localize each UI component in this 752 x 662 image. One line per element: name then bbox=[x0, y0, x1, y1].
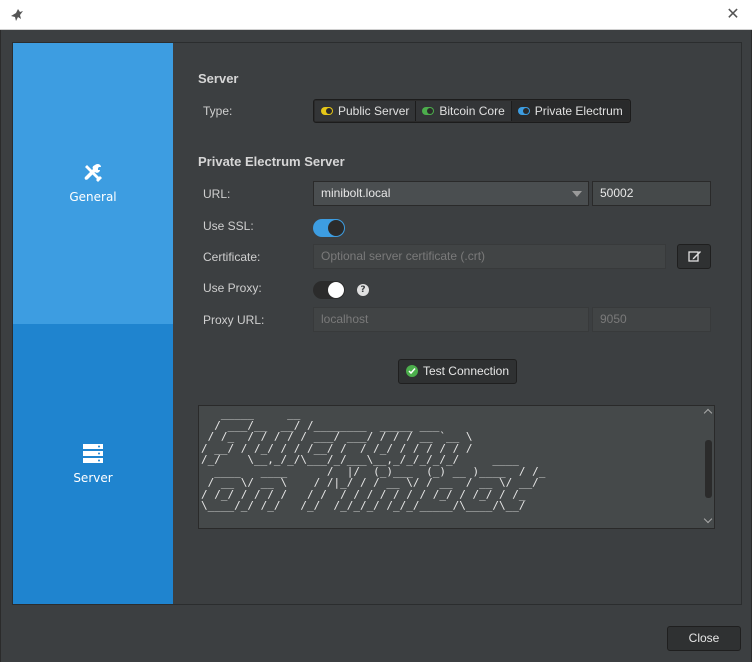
check-circle-icon bbox=[405, 365, 418, 377]
sidebar-item-label: Server bbox=[73, 471, 113, 485]
toggle-indicator-icon bbox=[517, 107, 530, 115]
server-section-title: Server bbox=[198, 71, 239, 86]
url-label: URL: bbox=[203, 187, 231, 201]
test-connection-label: Test Connection bbox=[422, 364, 510, 378]
url-value: minibolt.local bbox=[321, 186, 391, 200]
log-scrollbar[interactable] bbox=[702, 406, 714, 528]
type-option-label: Public Server bbox=[338, 104, 410, 118]
edit-icon bbox=[688, 251, 701, 262]
sidebar: General Server bbox=[13, 43, 173, 604]
type-label: Type: bbox=[203, 104, 233, 118]
scroll-thumb[interactable] bbox=[705, 440, 712, 498]
port-input[interactable]: 50002 bbox=[592, 181, 711, 206]
certificate-input[interactable]: Optional server certificate (.crt) bbox=[313, 244, 666, 269]
use-proxy-label: Use Proxy: bbox=[203, 281, 262, 295]
scroll-down-icon[interactable] bbox=[703, 514, 713, 524]
sparrow-logo-icon bbox=[11, 9, 23, 21]
dialog-body: General Server Server Type: Public Serve… bbox=[0, 30, 752, 662]
proxy-url-label: Proxy URL: bbox=[203, 313, 265, 327]
preferences-frame: General Server Server Type: Public Serve… bbox=[12, 42, 742, 605]
sidebar-item-label: General bbox=[69, 190, 117, 204]
use-proxy-toggle[interactable] bbox=[313, 281, 345, 299]
server-type-selector: Public Server Bitcoin Core Private Elect… bbox=[313, 99, 631, 123]
close-button[interactable]: Close bbox=[667, 626, 741, 651]
chevron-down-icon[interactable] bbox=[572, 191, 582, 197]
private-electrum-section-title: Private Electrum Server bbox=[198, 154, 345, 169]
toggle-indicator-icon bbox=[422, 107, 435, 115]
log-text: _____ __ / ___/__ __/ /________ _____ __… bbox=[201, 407, 546, 512]
help-icon[interactable]: ? bbox=[357, 284, 369, 296]
window-close-icon[interactable]: ✕ bbox=[724, 5, 742, 23]
toggle-knob bbox=[328, 282, 344, 298]
sidebar-item-server[interactable]: Server bbox=[13, 324, 173, 604]
server-settings-panel: Server Type: Public Server Bitcoin Core … bbox=[173, 43, 741, 604]
type-option-public-server[interactable]: Public Server bbox=[315, 101, 417, 121]
server-icon bbox=[83, 444, 103, 463]
toggle-knob bbox=[328, 220, 344, 236]
url-combo-input[interactable]: minibolt.local bbox=[313, 181, 589, 206]
proxy-host-input[interactable]: localhost bbox=[313, 307, 589, 332]
type-option-bitcoin-core[interactable]: Bitcoin Core bbox=[416, 101, 512, 121]
type-option-label: Bitcoin Core bbox=[439, 104, 505, 118]
title-bar: ✕ bbox=[0, 0, 752, 30]
tools-icon bbox=[84, 163, 102, 182]
use-ssl-toggle[interactable] bbox=[313, 219, 345, 237]
test-connection-button[interactable]: Test Connection bbox=[398, 359, 517, 384]
connection-log-output[interactable]: _____ __ / ___/__ __/ /________ _____ __… bbox=[198, 405, 715, 529]
edit-certificate-button[interactable] bbox=[677, 244, 711, 269]
use-ssl-label: Use SSL: bbox=[203, 219, 254, 233]
type-option-label: Private Electrum bbox=[534, 104, 623, 118]
proxy-port-input[interactable]: 9050 bbox=[592, 307, 711, 332]
sidebar-item-general[interactable]: General bbox=[13, 43, 173, 324]
toggle-indicator-icon bbox=[321, 107, 333, 115]
certificate-label: Certificate: bbox=[203, 250, 261, 264]
scroll-up-icon[interactable] bbox=[703, 408, 713, 418]
type-option-private-electrum[interactable]: Private Electrum bbox=[511, 101, 629, 121]
